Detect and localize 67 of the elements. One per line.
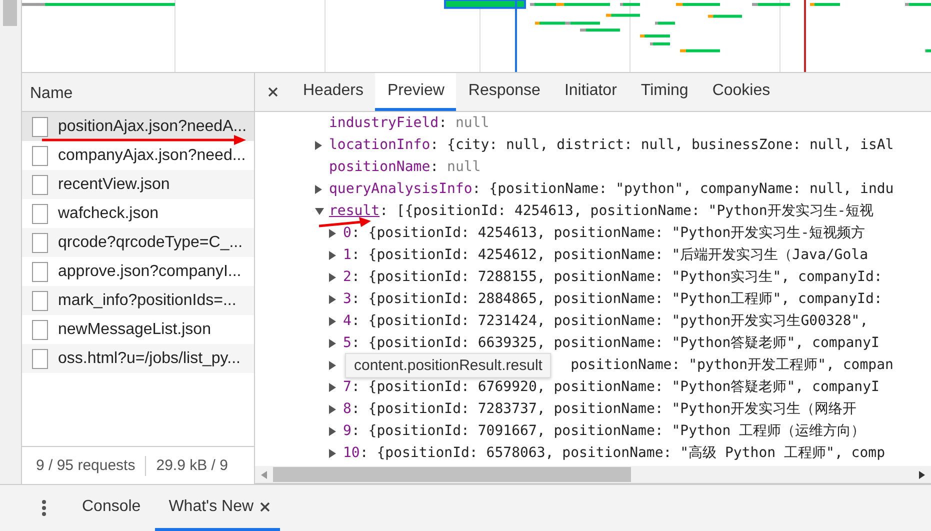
horizontal-scrollbar[interactable] [255,466,931,484]
tab[interactable]: Cookies [700,73,782,111]
request-row[interactable]: wafcheck.json [22,199,254,228]
array-item-line: 2: {positionId: 7288155, positionName: "Python实习生", companyId: [343,268,882,286]
expand-arrow-icon[interactable] [329,338,336,348]
scroll-right-icon[interactable] [919,470,925,478]
transfer-size: 29.9 kB / 9 [156,457,228,474]
file-icon [32,146,48,166]
tab[interactable]: Headers [291,73,376,111]
request-row[interactable]: positionAjax.json?needA... [22,112,254,141]
file-icon [32,116,48,136]
expand-arrow-icon[interactable] [329,228,336,238]
array-item-line: 4: {positionId: 7231424, positionName: "python开发实习生G00328", [343,312,868,330]
menu-icon[interactable] [42,500,46,516]
expand-arrow-icon[interactable] [315,184,322,194]
file-icon [32,232,48,252]
request-row[interactable]: companyAjax.json?need... [22,141,254,170]
file-icon [32,262,48,282]
request-row[interactable]: mark_info?positionIds=... [22,286,254,315]
property-line: positionName: null [329,159,481,175]
tooltip: content.positionResult.result [345,353,552,378]
column-header[interactable]: Name [22,73,254,112]
array-item-line: 5: {positionId: 6639325, positionName: "Python答疑老师", companyI [343,334,880,352]
file-icon [32,204,48,224]
request-row[interactable]: qrcode?qrcodeType=C_... [22,228,254,257]
expand-arrow-icon[interactable] [329,316,336,326]
expand-arrow-icon[interactable] [329,448,336,458]
array-item-line: 0: {positionId: 4254613, positionName: "Python开发实习生-短视频方 [343,224,866,242]
expand-arrow-icon[interactable] [329,294,336,304]
tab[interactable]: Console [78,498,145,516]
file-icon [32,348,48,368]
annotation-arrow [319,216,371,228]
scrollbar[interactable] [0,0,22,484]
file-icon [32,320,48,340]
file-icon [32,290,48,310]
property-line: result: [{positionId: 4254613, positionName: "Python开发实习生-短视 [329,202,874,220]
request-row[interactable]: recentView.json [22,170,254,199]
expand-arrow-icon[interactable] [315,140,322,150]
tab[interactable]: What's New [164,498,258,516]
expand-arrow-icon[interactable] [329,426,336,436]
request-row[interactable]: oss.html?u=/jobs/list_py... [22,344,254,373]
request-count: 9 / 95 requests [36,457,136,474]
array-item-line: positionName: "python开发工程师", compan [570,356,894,374]
tab[interactable]: Timing [628,73,700,111]
expand-arrow-icon[interactable] [329,404,336,414]
expand-arrow-icon[interactable] [329,272,336,282]
tab[interactable]: Initiator [552,73,629,111]
tab[interactable]: Preview [375,73,456,111]
array-item-line: 8: {positionId: 7283737, positionName: "Python开发实习生（网络开 [343,400,857,418]
close-icon[interactable] [260,502,270,512]
array-item-line: 3: {positionId: 2884865, positionName: "Python工程师", companyId: [343,290,882,308]
tab[interactable]: Response [456,73,552,111]
request-row[interactable]: newMessageList.json [22,315,254,344]
property-line: locationInfo: {city: null, district: null, businessZone: null, isAl [329,137,894,153]
array-item-line: 9: {positionId: 7091667, positionName: "Python 工程师（运维方向） [343,422,866,440]
request-row[interactable]: approve.json?companyI... [22,257,254,286]
expand-arrow-icon[interactable] [329,382,336,392]
property-line: queryAnalysisInfo: {positionName: "python", companyName: null, indu [329,181,894,197]
expand-arrow-icon[interactable] [329,360,336,370]
array-item-line: 7: {positionId: 6769920, positionName: "Python答疑老师", companyI [343,378,880,396]
close-icon[interactable] [268,87,278,97]
array-item-line: 1: {positionId: 4254612, positionName: "后端开发实习生（Java/Gola [343,246,868,264]
collapse-arrow-icon[interactable] [315,208,324,214]
expand-arrow-icon[interactable] [329,250,336,260]
property-line: industryField: null [329,115,490,131]
array-item-line: 10: {positionId: 6578063, positionName: "高级 Python 工程师", comp [343,444,886,462]
file-icon [32,174,48,194]
